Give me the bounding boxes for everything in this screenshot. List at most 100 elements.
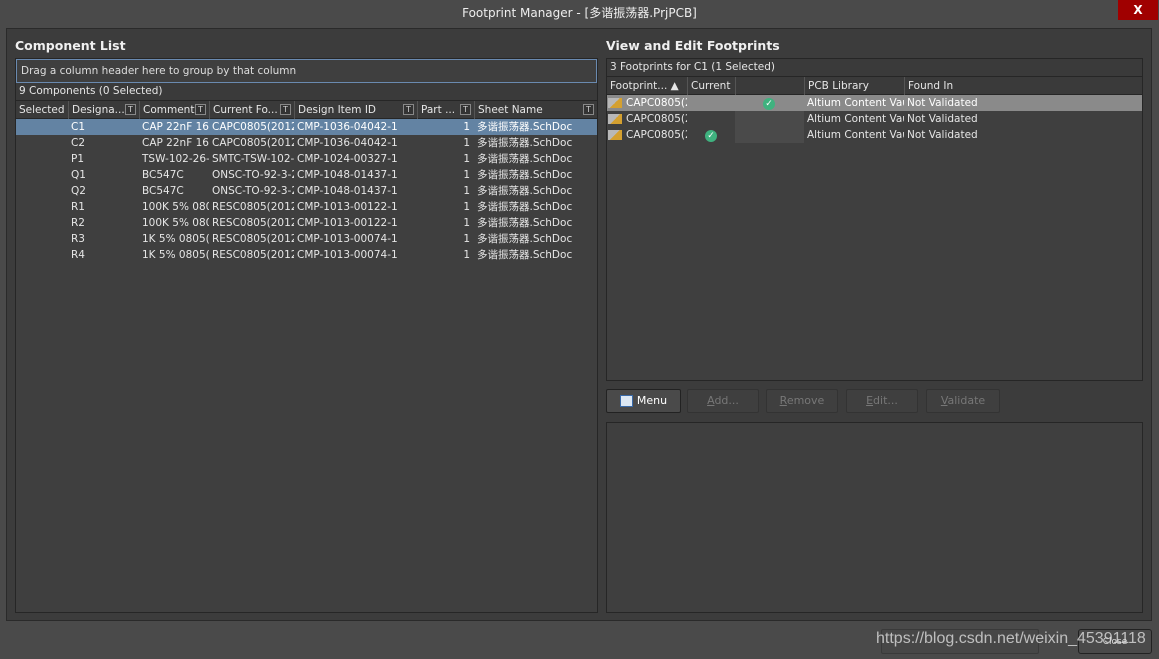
table-cell: RESC0805(2012)_ bbox=[212, 217, 294, 229]
table-row[interactable]: R2 100K 5% 0805RESC0805(2012)_CMP-1013-00… bbox=[16, 215, 597, 231]
table-row[interactable]: R1 100K 5% 0805RESC0805(2012)_CMP-1013-00… bbox=[16, 199, 597, 215]
table-cell: R2 bbox=[71, 217, 85, 229]
column-header[interactable]: Selected bbox=[16, 101, 68, 119]
filter-icon[interactable]: T bbox=[583, 104, 594, 115]
table-cell: BC547C bbox=[142, 185, 184, 197]
table-cell: 1 bbox=[463, 121, 470, 133]
table-cell: RESC0805(2012)_ bbox=[212, 249, 294, 261]
close-window-button[interactable]: X bbox=[1118, 0, 1158, 20]
table-cell: R3 bbox=[71, 233, 85, 245]
table-cell: BC547C bbox=[142, 169, 184, 181]
column-header[interactable]: Found In bbox=[904, 77, 1140, 95]
footprint-icon bbox=[608, 130, 622, 140]
table-cell: 1K 5% 0805(2 bbox=[142, 249, 209, 261]
validate-button[interactable]: Validate bbox=[926, 389, 1000, 413]
filter-icon[interactable]: T bbox=[195, 104, 206, 115]
component-list-panel: Drag a column header here to group by th… bbox=[15, 58, 598, 613]
table-cell: RESC0805(2012)_ bbox=[212, 201, 294, 213]
column-header[interactable] bbox=[735, 77, 804, 95]
table-row[interactable]: R3 1K 5% 0805(2RESC0805(2012)_CMP-1013-00… bbox=[16, 231, 597, 247]
filter-icon[interactable]: T bbox=[280, 104, 291, 115]
table-row[interactable]: Q2 BC547C ONSC-TO-92-3-2 CMP-1048-01437-1 1 多… bbox=[16, 183, 597, 199]
table-cell: C1 bbox=[71, 121, 86, 133]
table-cell: CMP-1036-04042-1 bbox=[297, 121, 398, 133]
table-row[interactable]: CAPC0805(20 Altium Content VauNot Validat… bbox=[607, 111, 1142, 127]
table-cell: 1 bbox=[463, 249, 470, 261]
table-cell: RESC0805(2012)_ bbox=[212, 233, 294, 245]
filter-icon[interactable]: T bbox=[460, 104, 471, 115]
column-shade bbox=[735, 111, 804, 127]
component-count: 9 Components (0 Selected) bbox=[16, 83, 597, 101]
table-row[interactable]: CAPC0805(20 ✓ Altium Content VauNot Valida… bbox=[607, 127, 1142, 143]
table-cell: 1 bbox=[463, 185, 470, 197]
table-cell: CMP-1024-00327-1 bbox=[297, 153, 398, 165]
footprint-count: 3 Footprints for C1 (1 Selected) bbox=[607, 59, 1142, 77]
table-row[interactable]: C2 CAP 22nF 16\ CAPC0805(2012) CMP-1036-040… bbox=[16, 135, 597, 151]
table-cell: 1 bbox=[463, 233, 470, 245]
filter-icon[interactable]: T bbox=[403, 104, 414, 115]
table-cell: TSW-102-26-( bbox=[142, 153, 209, 165]
footprint-name: CAPC0805(20 bbox=[626, 113, 687, 125]
table-cell: ONSC-TO-92-3-2 bbox=[212, 169, 294, 181]
table-cell: 多谐振荡器.SchDoc bbox=[477, 185, 573, 197]
table-cell: CMP-1048-01437-1 bbox=[297, 169, 398, 181]
table-cell: 多谐振荡器.SchDoc bbox=[477, 137, 573, 149]
table-cell: Q1 bbox=[71, 169, 86, 181]
table-cell: 100K 5% 0805 bbox=[142, 217, 209, 229]
table-row[interactable]: Q1 BC547C ONSC-TO-92-3-2 CMP-1048-01437-1 1 多… bbox=[16, 167, 597, 183]
table-cell: 1 bbox=[463, 137, 470, 149]
pcb-library: Altium Content Vau bbox=[807, 129, 904, 141]
table-cell: CMP-1013-00122-1 bbox=[297, 201, 398, 213]
footprint-name: CAPC0805(20 bbox=[626, 97, 687, 109]
column-header[interactable]: Current bbox=[687, 77, 735, 95]
table-cell: CMP-1013-00074-1 bbox=[297, 249, 398, 261]
footprint-preview bbox=[606, 422, 1143, 613]
table-cell: CMP-1048-01437-1 bbox=[297, 185, 398, 197]
window-title: Footprint Manager - [多谐振荡器.PrjPCB] bbox=[0, 0, 1159, 26]
table-cell: 100K 5% 0805 bbox=[142, 201, 209, 213]
column-header[interactable]: PCB Library bbox=[804, 77, 904, 95]
table-cell: CAP 22nF 16\ bbox=[142, 121, 209, 133]
column-header[interactable]: Sheet Name bbox=[474, 101, 597, 119]
table-cell: 多谐振荡器.SchDoc bbox=[477, 217, 573, 229]
table-cell: CMP-1013-00122-1 bbox=[297, 217, 398, 229]
menu-icon bbox=[619, 395, 633, 407]
column-shade bbox=[735, 127, 804, 143]
footprint-name: CAPC0805(20 bbox=[626, 129, 687, 141]
table-row[interactable]: C1 CAP 22nF 16\ CAPC0805(2012) CMP-1036-040… bbox=[16, 119, 597, 135]
table-cell: Q2 bbox=[71, 185, 86, 197]
table-cell: 多谐振荡器.SchDoc bbox=[477, 201, 573, 213]
edit-button[interactable]: Edit... bbox=[846, 389, 918, 413]
table-cell: P1 bbox=[71, 153, 85, 165]
footprint-icon bbox=[608, 98, 622, 108]
table-cell: 1 bbox=[463, 217, 470, 229]
remove-button[interactable]: Remove bbox=[766, 389, 838, 413]
table-cell: 多谐振荡器.SchDoc bbox=[477, 153, 573, 165]
found-in: Not Validated bbox=[907, 113, 978, 125]
footprints-panel: 3 Footprints for C1 (1 Selected) Footpri… bbox=[606, 58, 1143, 381]
table-cell: 多谐振荡器.SchDoc bbox=[477, 169, 573, 181]
table-cell: CAP 22nF 16\ bbox=[142, 137, 209, 149]
table-cell: 多谐振荡器.SchDoc bbox=[477, 249, 573, 261]
table-cell: 1K 5% 0805(2 bbox=[142, 233, 209, 245]
table-cell: R1 bbox=[71, 201, 85, 213]
table-row[interactable]: CAPC0805(20 ✓ Altium Content VauNot Valida… bbox=[607, 95, 1142, 111]
footprint-icon bbox=[608, 114, 622, 124]
pcb-library: Altium Content Vau bbox=[807, 113, 904, 125]
table-row[interactable]: P1 TSW-102-26-(SMTC-TSW-102-2 CMP-1024-003… bbox=[16, 151, 597, 167]
group-by-area[interactable]: Drag a column header here to group by th… bbox=[16, 59, 597, 83]
menu-button[interactable]: Menu bbox=[606, 389, 681, 413]
table-cell: 多谐振荡器.SchDoc bbox=[477, 121, 573, 133]
table-row[interactable]: R4 1K 5% 0805(2RESC0805(2012)_CMP-1013-00… bbox=[16, 247, 597, 263]
add-button[interactable]: Add... bbox=[687, 389, 759, 413]
table-cell: R4 bbox=[71, 249, 85, 261]
component-table-header: Selected Designa... T Comment T Current Fo...… bbox=[16, 101, 597, 119]
table-cell: CAPC0805(2012) bbox=[212, 121, 294, 133]
footprints-title: View and Edit Footprints bbox=[606, 38, 780, 53]
column-header[interactable]: Footprint... ▲ bbox=[607, 77, 687, 95]
column-header[interactable]: Design Item ID bbox=[294, 101, 417, 119]
table-cell: 1 bbox=[463, 201, 470, 213]
filter-icon[interactable]: T bbox=[125, 104, 136, 115]
table-cell: ONSC-TO-92-3-2 bbox=[212, 185, 294, 197]
watermark: https://blog.csdn.net/weixin_45391118 bbox=[876, 630, 1146, 647]
